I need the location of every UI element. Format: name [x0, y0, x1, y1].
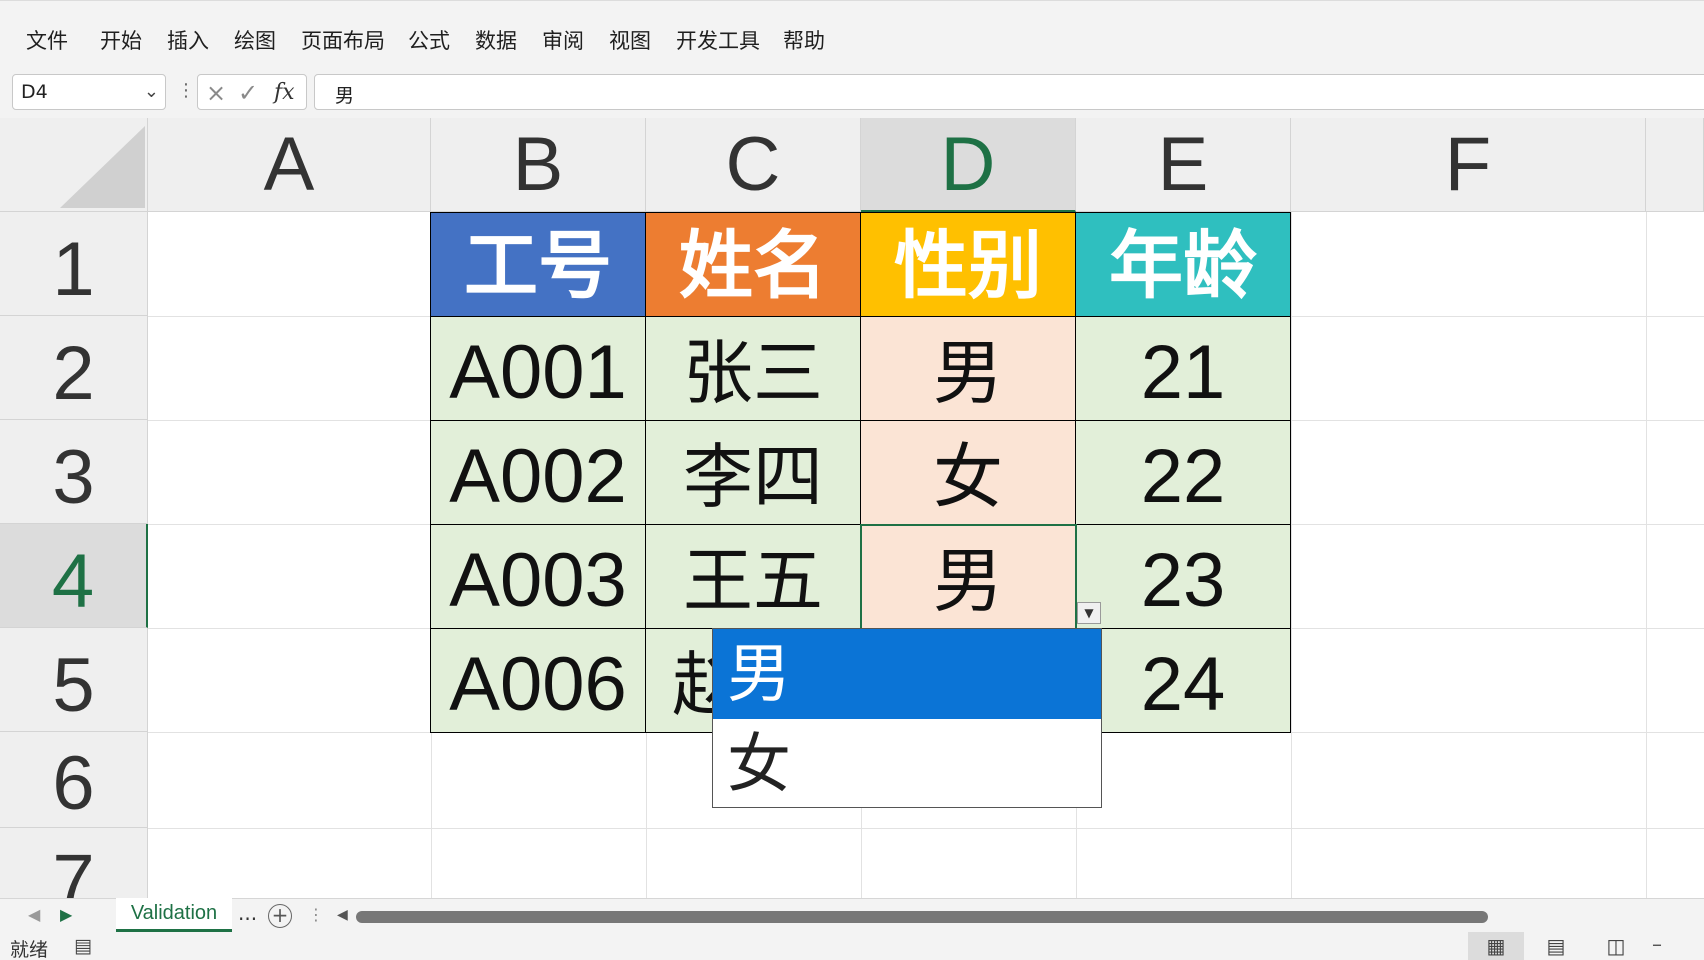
row-header-5[interactable]: 5: [0, 628, 148, 732]
validation-dropdown-button[interactable]: ▼: [1077, 602, 1101, 624]
tab-review[interactable]: 审阅: [542, 25, 584, 55]
add-sheet-icon[interactable]: +: [268, 904, 292, 928]
gridline: [1646, 212, 1647, 898]
name-box-value: D4: [21, 81, 48, 103]
col-header-e[interactable]: E: [1076, 118, 1291, 212]
page-break-view-icon[interactable]: ◫: [1588, 932, 1644, 960]
tab-developer[interactable]: 开发工具: [676, 25, 760, 55]
horizontal-scrollbar-thumb[interactable]: [356, 911, 1488, 923]
row-header-2[interactable]: 2: [0, 316, 148, 420]
table-cell[interactable]: 女: [860, 420, 1076, 525]
col-header-b[interactable]: B: [431, 118, 646, 212]
col-header-a[interactable]: A: [148, 118, 431, 212]
tab-splitter-handle[interactable]: ⋮: [308, 905, 324, 924]
name-box[interactable]: D4 ⌄: [12, 74, 166, 110]
more-sheets-button[interactable]: ...: [238, 901, 257, 925]
header-cell-gender[interactable]: 性别: [860, 212, 1076, 317]
tab-insert[interactable]: 插入: [167, 25, 209, 55]
sheet-tab-validation[interactable]: Validation: [116, 898, 232, 932]
page-layout-view-icon[interactable]: ▤: [1528, 932, 1584, 960]
table-cell[interactable]: 王五: [645, 524, 861, 629]
col-header-d[interactable]: D: [861, 118, 1076, 212]
tab-file[interactable]: 文件: [26, 25, 68, 55]
formula-bar-splitter[interactable]: ⋮: [177, 80, 195, 101]
corner-triangle-icon: [60, 126, 145, 208]
table-cell[interactable]: A006: [430, 628, 646, 733]
col-header-f[interactable]: F: [1291, 118, 1646, 212]
table-cell[interactable]: 李四: [645, 420, 861, 525]
gridline: [148, 828, 1704, 829]
chevron-down-icon[interactable]: ⌄: [144, 81, 159, 102]
spreadsheet-grid: A B C D E F 1 2 3 4 5 6 7 工号 姓名 性别 年龄 A0…: [0, 118, 1704, 898]
header-cell-age[interactable]: 年龄: [1075, 212, 1291, 317]
table-cell[interactable]: 男: [860, 316, 1076, 421]
sheet-tab-bar: ◀ ▶ Validation ... + ⋮ ◀: [0, 898, 1704, 932]
status-ready-text: 就绪: [10, 939, 49, 960]
zoom-out-button[interactable]: –: [1652, 932, 1662, 956]
select-all-button[interactable]: [0, 118, 148, 212]
table-cell[interactable]: A001: [430, 316, 646, 421]
table-cell[interactable]: 张三: [645, 316, 861, 421]
formula-buttons: × ✓ fx: [197, 74, 307, 110]
formula-value: 男: [335, 85, 355, 107]
dropdown-option-male[interactable]: 男: [713, 629, 1101, 719]
status-bar: 就绪 ▤ ▦ ▤ ◫ –: [0, 932, 1704, 960]
tab-draw[interactable]: 绘图: [234, 25, 276, 55]
table-cell[interactable]: 22: [1075, 420, 1291, 525]
dropdown-option-female[interactable]: 女: [713, 719, 1101, 809]
tab-home[interactable]: 开始: [100, 25, 142, 55]
row-header-1[interactable]: 1: [0, 212, 148, 316]
table-cell[interactable]: A003: [430, 524, 646, 629]
normal-view-icon[interactable]: ▦: [1468, 932, 1524, 960]
row-header-6[interactable]: 6: [0, 732, 148, 828]
header-cell-emp-id[interactable]: 工号: [430, 212, 646, 317]
cancel-icon[interactable]: ×: [206, 79, 226, 107]
table-cell[interactable]: 21: [1075, 316, 1291, 421]
col-header-g-partial[interactable]: [1646, 118, 1704, 212]
table-cell[interactable]: A002: [430, 420, 646, 525]
tab-page-layout[interactable]: 页面布局: [301, 25, 385, 55]
scroll-left-icon[interactable]: ◀: [337, 907, 348, 923]
scroll-tabs-left-icon[interactable]: ◀: [28, 905, 40, 924]
tab-formulas[interactable]: 公式: [408, 25, 450, 55]
row-header-3[interactable]: 3: [0, 420, 148, 524]
ribbon-menu-bar: 文件 开始 插入 绘图 页面布局 公式 数据 审阅 视图 开发工具 帮助: [0, 0, 1704, 72]
enter-icon[interactable]: ✓: [238, 79, 258, 107]
tab-help[interactable]: 帮助: [783, 25, 825, 55]
row-header-7[interactable]: 7: [0, 828, 148, 898]
insert-function-button[interactable]: fx: [274, 80, 295, 105]
tab-view[interactable]: 视图: [609, 25, 651, 55]
tab-data[interactable]: 数据: [475, 25, 517, 55]
col-header-c[interactable]: C: [646, 118, 861, 212]
scroll-tabs-right-icon[interactable]: ▶: [60, 905, 72, 924]
formula-bar: D4 ⌄ ⋮ × ✓ fx 男: [0, 72, 1704, 118]
formula-input[interactable]: 男: [314, 74, 1704, 110]
row-header-4[interactable]: 4: [0, 524, 148, 628]
table-cell[interactable]: 23: [1075, 524, 1291, 629]
header-cell-name[interactable]: 姓名: [645, 212, 861, 317]
accessibility-icon[interactable]: ▤: [74, 935, 92, 957]
gridline: [1291, 212, 1292, 898]
validation-dropdown-list: 男 女: [712, 628, 1102, 808]
table-cell-d4[interactable]: 男: [860, 524, 1076, 629]
table-cell[interactable]: 24: [1075, 628, 1291, 733]
